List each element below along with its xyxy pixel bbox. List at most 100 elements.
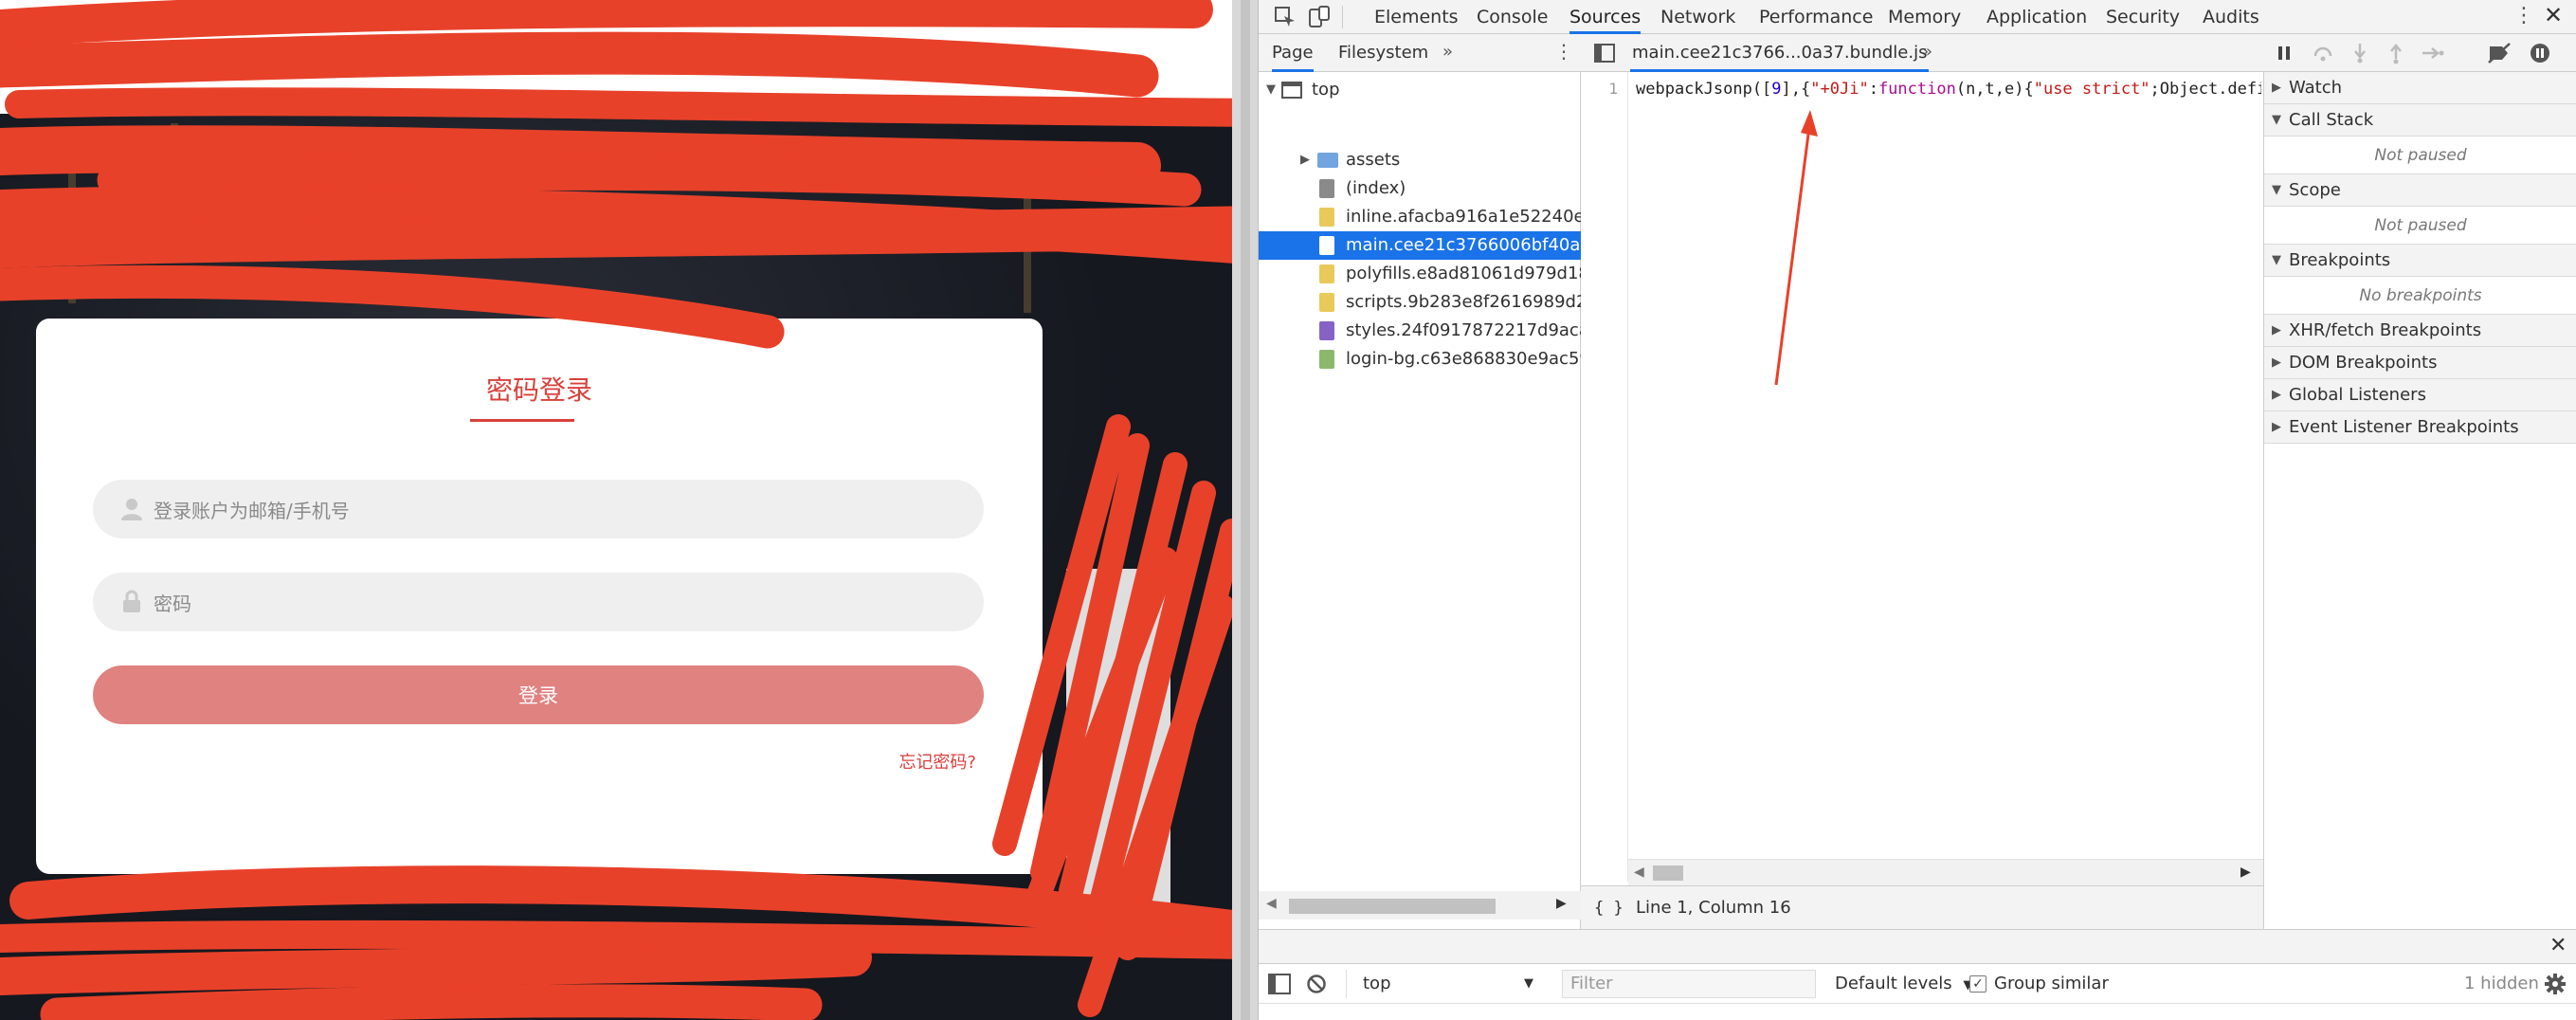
more-files-icon[interactable]: » <box>1922 42 1932 62</box>
code-token: function <box>1878 80 1956 99</box>
editor-statusbar: { } Line 1, Column 16 <box>1581 885 2263 929</box>
tab-filesystem[interactable]: Filesystem <box>1338 34 1428 72</box>
section-xhr-breakpoints[interactable]: ▶ XHR/fetch Breakpoints <box>2264 315 2576 347</box>
scrollbar-thumb[interactable] <box>1653 865 1683 881</box>
step-icon[interactable] <box>2421 44 2445 63</box>
device-toolbar-icon[interactable] <box>1308 6 1331 28</box>
deactivate-breakpoints-icon[interactable] <box>2487 42 2512 64</box>
tab-elements[interactable]: Elements <box>1374 0 1459 34</box>
section-breakpoints[interactable]: ▼ Breakpoints <box>2264 245 2576 277</box>
clear-console-icon[interactable] <box>1306 974 1327 994</box>
navigator-menu-icon[interactable]: ⋮ <box>1554 40 1573 63</box>
group-similar-checkbox[interactable]: ✓ <box>1969 975 1986 993</box>
tree-item-main[interactable]: main.cee21c3766006bf40a37.b <box>1259 231 1581 260</box>
tree-item-polyfills[interactable]: polyfills.e8ad81061d979d1848c <box>1259 260 1581 288</box>
collapsed-triangle-icon: ▶ <box>1300 153 1310 167</box>
login-title-underline <box>470 419 574 422</box>
background-pillar <box>1024 171 1031 313</box>
panel-splitter[interactable] <box>1232 0 1259 1020</box>
console-settings-gear-icon[interactable] <box>2544 973 2567 995</box>
scroll-left-icon[interactable]: ◀ <box>1634 865 1644 880</box>
section-global-listeners[interactable]: ▶ Global Listeners <box>2264 379 2576 411</box>
pretty-print-icon[interactable]: { } <box>1594 886 1624 930</box>
console-filter-input[interactable]: Filter <box>1562 970 1816 998</box>
tree-item-assets[interactable]: ▶ assets <box>1259 146 1581 174</box>
username-input[interactable]: 登录账户为邮箱/手机号 <box>93 480 984 538</box>
toggle-navigator-icon[interactable] <box>1594 44 1615 63</box>
log-levels-dropdown[interactable]: Default levels ▼ <box>1835 970 1972 998</box>
editor-file-tab[interactable]: main.cee21c3766...0a37.bundle.js <box>1630 34 1930 72</box>
scroll-right-icon[interactable]: ▶ <box>2240 865 2251 880</box>
collapsed-triangle-icon: ▶ <box>2272 323 2281 337</box>
tree-item-styles[interactable]: styles.24f0917872217d9aca9f.b <box>1259 317 1581 345</box>
login-title: 密码登录 <box>485 374 592 406</box>
tab-sources[interactable]: Sources <box>1569 0 1642 34</box>
step-out-icon[interactable] <box>2386 42 2405 64</box>
scroll-left-icon[interactable]: ◀ <box>1266 896 1277 911</box>
section-dom-breakpoints[interactable]: ▶ DOM Breakpoints <box>2264 347 2576 379</box>
section-title: XHR/fetch Breakpoints <box>2289 320 2482 340</box>
expand-triangle-icon: ▼ <box>2272 183 2281 197</box>
login-submit-button[interactable]: 登录 <box>93 665 984 724</box>
pause-icon[interactable] <box>2275 44 2294 63</box>
toggle-sidebar-icon[interactable] <box>1268 974 1291 994</box>
expand-triangle-icon: ▼ <box>2272 253 2281 267</box>
tree-root-top[interactable]: ▼ top <box>1259 76 1581 104</box>
console-toolbar: top ▼ Filter Default levels ▼ ✓ Group si… <box>1259 964 2576 1004</box>
source-editor: main.cee21c3766...0a37.bundle.js » 1 web… <box>1581 34 2263 929</box>
pause-on-exceptions-icon[interactable] <box>2529 42 2551 64</box>
tab-audits[interactable]: Audits <box>2203 0 2259 34</box>
group-similar-toggle[interactable]: ✓ Group similar <box>1969 970 2159 998</box>
splitter-grip[interactable] <box>1241 0 1250 1020</box>
section-title: DOM Breakpoints <box>2289 353 2438 373</box>
toolbar-divider <box>1342 6 1343 28</box>
tab-performance[interactable]: Performance <box>1759 0 1873 34</box>
section-event-listener-breakpoints[interactable]: ▶ Event Listener Breakpoints <box>2264 411 2576 444</box>
image-file-icon <box>1319 350 1334 369</box>
navigator-horizontal-scrollbar[interactable]: ◀ ▶ <box>1259 891 1581 920</box>
tree-item-login-bg[interactable]: login-bg.c63e868830e9ac59bd <box>1259 345 1581 373</box>
step-over-icon[interactable] <box>2313 44 2333 63</box>
close-drawer-icon[interactable]: ✕ <box>2549 934 2567 957</box>
close-devtools-icon[interactable]: ✕ <box>2544 2 2563 28</box>
tab-security[interactable]: Security <box>2106 0 2180 34</box>
forgot-password-link[interactable]: 忘记密码? <box>898 749 976 774</box>
background-pillar <box>68 133 76 303</box>
tab-page[interactable]: Page <box>1272 34 1314 72</box>
tab-memory[interactable]: Memory <box>1888 0 1961 34</box>
tree-item-label: (index) <box>1346 178 1406 198</box>
group-similar-label: Group similar <box>1994 974 2109 993</box>
background-panel <box>1066 569 1170 929</box>
section-title: Watch <box>2289 78 2343 98</box>
toolbar-divider <box>1346 970 1347 998</box>
code-token: webpackJsonp([ <box>1636 80 1772 99</box>
debugger-toolbar <box>2263 34 2576 72</box>
script-file-icon <box>1319 293 1334 312</box>
scrollbar-thumb[interactable] <box>1289 899 1496 914</box>
inspect-element-icon[interactable] <box>1274 6 1297 28</box>
tab-console[interactable]: Console <box>1477 0 1548 34</box>
tree-item-scripts[interactable]: scripts.9b283e8f2616989d2a17 <box>1259 288 1581 317</box>
more-tabs-icon[interactable]: » <box>1442 42 1453 62</box>
code-line[interactable]: webpackJsonp([9],{"+0Ji":function(n,t,e)… <box>1636 80 2261 99</box>
tree-item-index[interactable]: (index) <box>1259 174 1581 203</box>
editor-horizontal-scrollbar[interactable]: ◀ ▶ <box>1628 859 2263 885</box>
tree-item-label: inline.afacba916a1e52240e31.b <box>1346 207 1581 227</box>
user-icon <box>121 499 142 520</box>
tab-network[interactable]: Network <box>1660 0 1735 34</box>
debugger-sidebar: ▶ Watch ▼ Call Stack Not paused ▼ Scope Not… <box>2263 34 2576 929</box>
drawer-tabbar: ✕ <box>1259 930 2576 964</box>
scroll-right-icon[interactable]: ▶ <box>1556 896 1567 911</box>
context-selector[interactable]: top ▼ <box>1357 970 1547 998</box>
tab-application[interactable]: Application <box>1986 0 2087 34</box>
cursor-position: Line 1, Column 16 <box>1636 898 1791 918</box>
tree-item-inline[interactable]: inline.afacba916a1e52240e31.b <box>1259 203 1581 231</box>
section-title: Breakpoints <box>2289 250 2391 270</box>
more-options-icon[interactable]: ⋮ <box>2513 4 2534 27</box>
section-watch[interactable]: ▶ Watch <box>2264 72 2576 104</box>
step-into-icon[interactable] <box>2350 42 2369 64</box>
navigator-tabs: Page Filesystem » ⋮ <box>1259 34 1581 72</box>
password-input[interactable]: 密码 <box>93 573 984 631</box>
section-call-stack[interactable]: ▼ Call Stack <box>2264 104 2576 137</box>
section-scope[interactable]: ▼ Scope <box>2264 174 2576 207</box>
